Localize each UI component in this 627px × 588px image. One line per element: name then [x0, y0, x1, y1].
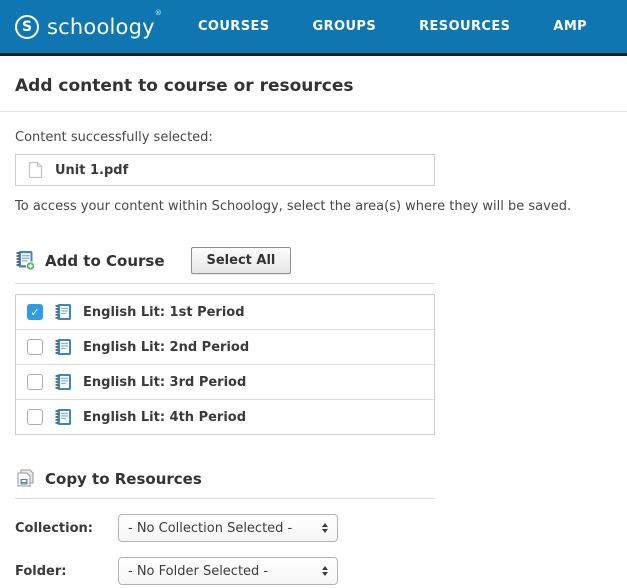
course-notebook-add-icon: [15, 250, 36, 271]
selected-file-name: Unit 1.pdf: [55, 163, 128, 178]
course-notebook-icon: [54, 338, 72, 356]
select-all-button[interactable]: Select All: [191, 247, 292, 274]
select-spinner-icon: [322, 566, 328, 576]
schoology-logo-text: schoology®: [47, 15, 162, 39]
course-label: English Lit: 3rd Period: [83, 375, 246, 390]
course-checkbox-1st-period[interactable]: [27, 304, 43, 320]
add-to-course-section: Add to Course Select All Englis: [15, 247, 612, 435]
add-to-course-header: Add to Course Select All: [15, 247, 435, 284]
nav-menu: COURSES GROUPS RESOURCES AMP MORE: [198, 18, 627, 36]
course-label: English Lit: 1st Period: [83, 305, 245, 320]
copy-resources-icon: [15, 468, 36, 489]
course-row-2nd-period[interactable]: English Lit: 2nd Period: [16, 330, 434, 365]
folder-select-value: - No Folder Selected -: [128, 564, 268, 579]
collection-select[interactable]: - No Collection Selected -: [118, 514, 338, 542]
nav-item-courses[interactable]: COURSES: [198, 19, 270, 34]
course-list: English Lit: 1st Period English Lit: 2nd: [15, 294, 435, 435]
collection-row: Collection: - No Collection Selected -: [15, 514, 612, 542]
collection-label: Collection:: [15, 521, 118, 536]
nav-item-amp[interactable]: AMP: [553, 19, 587, 34]
folder-select[interactable]: - No Folder Selected -: [118, 557, 338, 585]
status-text: Content successfully selected:: [15, 130, 612, 145]
folder-row: Folder: - No Folder Selected -: [15, 557, 612, 585]
registered-mark: ®: [155, 9, 162, 17]
course-label: English Lit: 4th Period: [83, 410, 246, 425]
main-content: Content successfully selected: Unit 1.pd…: [0, 130, 627, 588]
course-checkbox-4th-period[interactable]: [27, 409, 43, 425]
document-page-icon: [26, 161, 44, 179]
folder-label: Folder:: [15, 564, 118, 579]
course-notebook-icon: [54, 373, 72, 391]
selected-file-box: Unit 1.pdf: [15, 154, 435, 186]
select-spinner-icon: [322, 523, 328, 533]
top-navbar: S schoology® COURSES GROUPS RESOURCES AM…: [0, 0, 627, 56]
course-notebook-icon: [54, 303, 72, 321]
copy-to-resources-header: Copy to Resources: [15, 468, 435, 499]
add-to-course-heading: Add to Course: [45, 252, 165, 270]
instruction-text: To access your content within Schoology,…: [15, 199, 612, 214]
schoology-logo-icon: S: [15, 15, 39, 39]
collection-select-value: - No Collection Selected -: [128, 521, 292, 536]
course-notebook-icon: [54, 408, 72, 426]
course-checkbox-2nd-period[interactable]: [27, 339, 43, 355]
page-header: Add content to course or resources: [0, 56, 627, 112]
course-row-3rd-period[interactable]: English Lit: 3rd Period: [16, 365, 434, 400]
course-row-4th-period[interactable]: English Lit: 4th Period: [16, 400, 434, 434]
nav-item-groups[interactable]: GROUPS: [313, 19, 377, 34]
course-checkbox-3rd-period[interactable]: [27, 374, 43, 390]
course-row-1st-period[interactable]: English Lit: 1st Period: [16, 295, 434, 330]
copy-to-resources-heading: Copy to Resources: [45, 470, 202, 488]
copy-to-resources-section: Copy to Resources Collection: - No Colle…: [15, 468, 612, 585]
page-title: Add content to course or resources: [15, 76, 612, 96]
course-label: English Lit: 2nd Period: [83, 340, 249, 355]
schoology-logo[interactable]: S schoology®: [15, 15, 162, 39]
nav-item-resources[interactable]: RESOURCES: [419, 19, 510, 34]
